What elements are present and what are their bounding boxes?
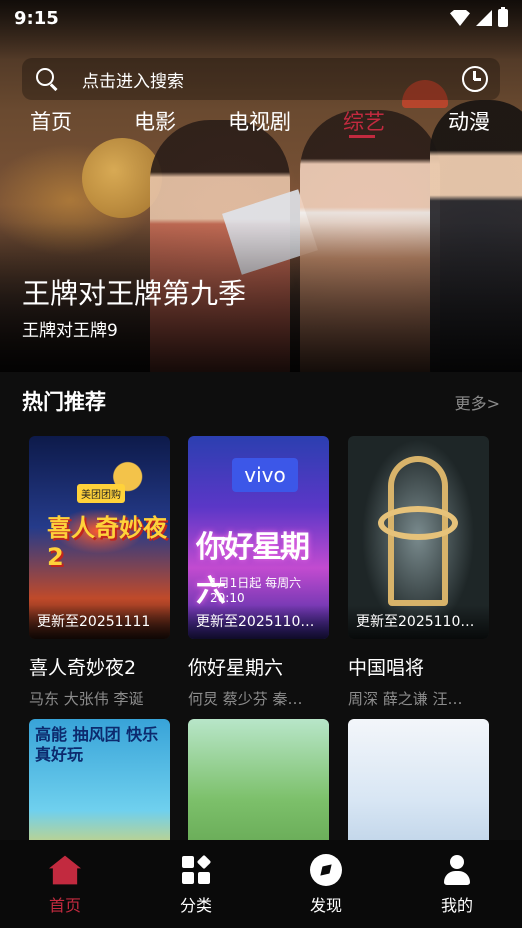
poster-image[interactable]: 更新至2025110… bbox=[348, 436, 489, 639]
video-card[interactable]: vivo 你好星期六 1月1日起 每周六 20:10 更新至2025110… 你… bbox=[188, 436, 329, 709]
category-tabs: 首页 电影 电视剧 综艺 动漫 bbox=[0, 106, 522, 140]
more-link[interactable]: 更多> bbox=[455, 390, 500, 414]
grid-icon[interactable] bbox=[180, 854, 212, 886]
poster-tag: 美团团购 bbox=[77, 484, 125, 503]
video-card[interactable]: 更新至2025110… 中国唱将 周深 薛之谦 汪… bbox=[348, 436, 489, 709]
card-cast: 马东 大张伟 李诞 bbox=[29, 690, 144, 708]
status-icons bbox=[450, 7, 508, 27]
tab-movies[interactable]: 电影 bbox=[134, 106, 176, 136]
update-badge: 更新至2025110… bbox=[188, 605, 329, 639]
hero-title[interactable]: 王牌对王牌第九季 bbox=[22, 272, 246, 312]
poster-title-art: 高能 抽风团 快乐 真好玩 bbox=[35, 725, 159, 764]
poster-image[interactable]: vivo 你好星期六 1月1日起 每周六 20:10 更新至2025110… bbox=[188, 436, 329, 639]
update-badge: 更新至20251111 bbox=[29, 605, 170, 639]
card-cast: 周深 薛之谦 汪… bbox=[348, 690, 463, 708]
compass-icon[interactable] bbox=[310, 854, 342, 886]
tab-variety[interactable]: 综艺 bbox=[343, 106, 385, 138]
user-icon[interactable] bbox=[441, 854, 473, 886]
nav-profile[interactable]: 我的 bbox=[422, 854, 492, 916]
update-badge: 更新至2025110… bbox=[348, 605, 489, 639]
hero-subtitle: 王牌对王牌9 bbox=[22, 321, 118, 341]
nav-label[interactable]: 我的 bbox=[422, 892, 492, 916]
status-time: 9:15 bbox=[14, 7, 59, 29]
nav-category[interactable]: 分类 bbox=[161, 854, 231, 916]
home-icon[interactable] bbox=[49, 855, 81, 885]
poster-brand: vivo bbox=[232, 458, 298, 492]
poster-date: 1月1日起 每周六 20:10 bbox=[210, 576, 302, 605]
nav-label[interactable]: 发现 bbox=[291, 892, 361, 916]
nav-discover[interactable]: 发现 bbox=[291, 854, 361, 916]
section-title: 热门推荐 bbox=[22, 390, 106, 414]
video-card[interactable]: 美团团购 喜人奇妙夜2 更新至20251111 喜人奇妙夜2 马东 大张伟 李诞 bbox=[29, 436, 170, 709]
history-icon[interactable] bbox=[462, 66, 488, 92]
poster-ring bbox=[378, 506, 458, 540]
search-bar[interactable]: 点击进入搜索 bbox=[22, 58, 500, 100]
poster-image[interactable]: 美团团购 喜人奇妙夜2 更新至20251111 bbox=[29, 436, 170, 639]
battery-icon bbox=[498, 7, 508, 27]
card-title[interactable]: 你好星期六 bbox=[188, 653, 329, 680]
nav-label[interactable]: 首页 bbox=[30, 892, 100, 916]
signal-icon bbox=[476, 10, 492, 26]
wifi-icon bbox=[450, 10, 470, 26]
status-bar: 9:15 bbox=[0, 0, 522, 36]
tab-tv-series[interactable]: 电视剧 bbox=[228, 106, 291, 136]
search-placeholder[interactable]: 点击进入搜索 bbox=[82, 67, 184, 92]
search-icon[interactable] bbox=[34, 66, 60, 92]
poster-title-art: 喜人奇妙夜2 bbox=[47, 514, 167, 571]
card-cast: 何炅 蔡少芬 秦… bbox=[188, 690, 303, 708]
card-title[interactable]: 中国唱将 bbox=[348, 653, 489, 680]
nav-home[interactable]: 首页 bbox=[30, 854, 100, 916]
card-title[interactable]: 喜人奇妙夜2 bbox=[29, 653, 170, 680]
tab-anime[interactable]: 动漫 bbox=[448, 106, 490, 136]
bottom-nav: 首页 分类 发现 我的 bbox=[0, 840, 522, 928]
tab-home[interactable]: 首页 bbox=[30, 106, 72, 136]
nav-label[interactable]: 分类 bbox=[161, 892, 231, 916]
